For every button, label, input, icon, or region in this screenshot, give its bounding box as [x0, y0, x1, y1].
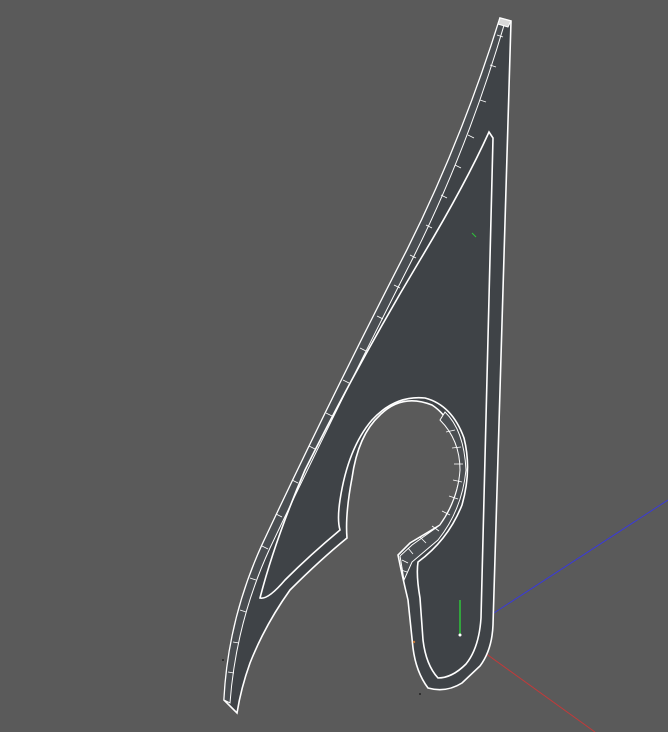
3d-viewport[interactable] — [0, 0, 668, 732]
vertex-marker — [222, 659, 224, 661]
vertex-marker — [412, 640, 416, 644]
vertex-marker — [419, 693, 421, 695]
viewport-canvas[interactable] — [0, 0, 668, 732]
